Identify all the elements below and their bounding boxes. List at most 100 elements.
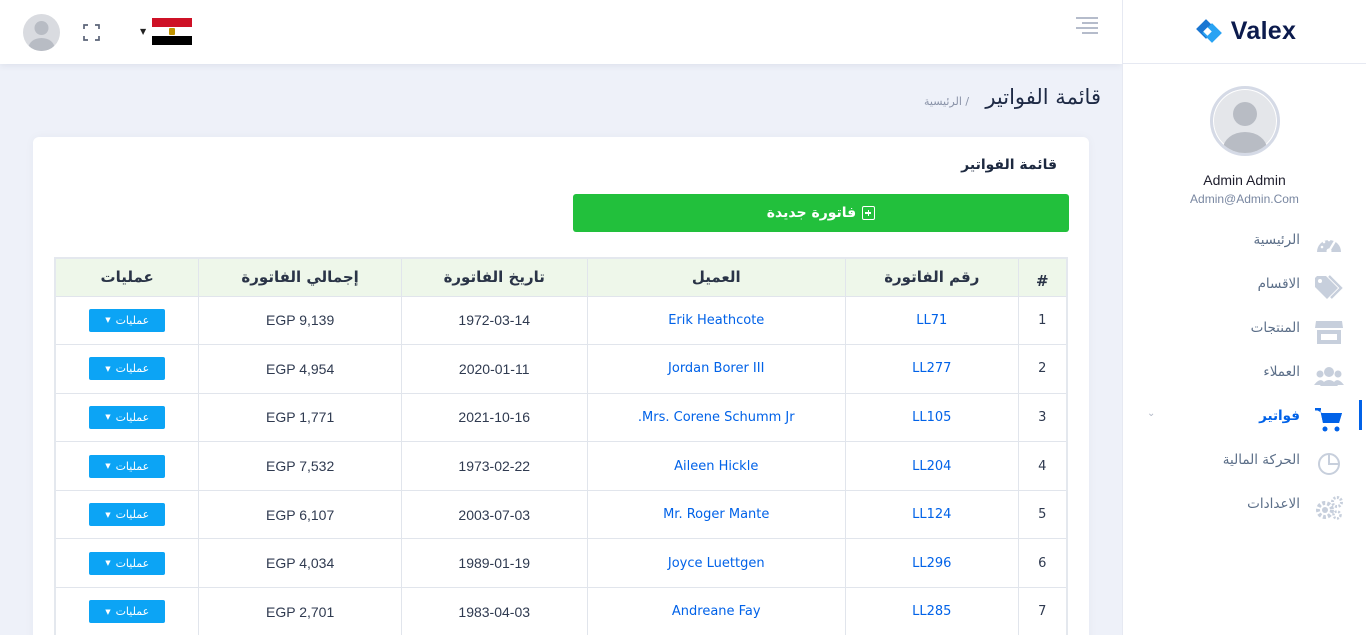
table-row: 7 LL285 Andreane Fay 1983-04-03 EGP 2,70…	[54, 587, 1068, 635]
card-title: قائمة الفواتير	[961, 157, 1057, 173]
user-email: Admin@Admin.Com	[1190, 192, 1299, 206]
invoice-total: EGP 1,771	[198, 392, 402, 443]
col-header-total: إجمالي الفاتورة	[198, 257, 402, 297]
menu-toggle-icon[interactable]	[1076, 17, 1098, 34]
operations-dropdown-button[interactable]: عمليات ▼	[89, 600, 166, 624]
row-number: 3	[1017, 392, 1068, 443]
sidebar-item-categories[interactable]: الاقسام	[1123, 268, 1366, 312]
user-silhouette-icon	[28, 21, 55, 51]
sidebar-item-products[interactable]: المنتجات	[1123, 312, 1366, 356]
invoice-number-link[interactable]: LL105	[912, 410, 951, 425]
caret-down-icon: ▼	[105, 510, 111, 519]
invoice-date: 1972-03-14	[400, 295, 588, 346]
plus-square-icon	[862, 206, 876, 220]
new-invoice-button[interactable]: فاتورة جديدة	[573, 194, 1069, 232]
caret-down-icon: ▼	[105, 559, 111, 568]
valex-logo-icon	[1195, 18, 1222, 43]
invoice-total: EGP 2,701	[198, 587, 402, 635]
brand-name: Valex	[1230, 17, 1297, 45]
sidebar-item-home[interactable]: الرئيسية	[1123, 224, 1366, 268]
invoice-date: 1973-02-22	[400, 441, 588, 491]
chevron-down-icon: ⌄	[1147, 408, 1156, 419]
user-profile: Admin Admin Admin@Admin.Com	[1123, 64, 1366, 206]
invoice-number-link[interactable]: LL124	[912, 507, 951, 522]
sidebar: Valex Admin Admin Admin@Admin.Com الرئيس…	[1122, 0, 1366, 635]
col-header-num: #	[1017, 257, 1068, 297]
operations-dropdown-button[interactable]: عمليات ▼	[89, 551, 166, 575]
caret-down-icon: ▼	[105, 364, 111, 373]
invoice-date: 2021-10-16	[400, 392, 588, 443]
operations-dropdown-button[interactable]: عمليات ▼	[89, 357, 166, 381]
sidebar-item-customers[interactable]: العملاء	[1123, 356, 1366, 400]
invoice-total: EGP 4,034	[198, 538, 402, 589]
invoice-total: EGP 9,139	[198, 295, 402, 346]
customer-link[interactable]: Erik Heathcote	[668, 313, 764, 328]
users-icon	[1313, 362, 1345, 390]
col-header-customer: العميل	[586, 257, 846, 297]
invoice-date: 1983-04-03	[400, 587, 588, 635]
caret-down-icon: ▼	[105, 462, 111, 471]
table-row: 2 LL277 Jordan Borer III 2020-01-11 EGP …	[54, 344, 1068, 394]
invoices-card: قائمة الفواتير فاتورة جديدة # رقم الفاتو…	[33, 137, 1089, 635]
cart-icon	[1313, 406, 1345, 434]
table-header-row: # رقم الفاتورة العميل تاريخ الفاتورة إجم…	[54, 257, 1068, 297]
sidebar-item-finance[interactable]: الحركة المالية	[1123, 444, 1366, 488]
customer-link[interactable]: Joyce Luettgen	[668, 556, 765, 571]
caret-down-icon: ▼	[105, 413, 111, 422]
col-header-ops: عمليات	[54, 257, 200, 297]
table-row: 3 LL105 Mrs. Corene Schumm Jr. 2021-10-1…	[54, 392, 1068, 443]
invoice-number-link[interactable]: LL71	[916, 313, 947, 328]
invoice-date: 1989-01-19	[400, 538, 588, 589]
invoice-total: EGP 4,954	[198, 344, 402, 394]
sidebar-item-settings[interactable]: الاعدادات	[1123, 488, 1366, 532]
table-row: 4 LL204 Aileen Hickle 1973-02-22 EGP 7,5…	[54, 441, 1068, 491]
caret-down-icon: ▼	[140, 27, 147, 36]
user-name: Admin Admin	[1203, 172, 1286, 188]
user-avatar[interactable]	[23, 14, 60, 51]
table-row: 6 LL296 Joyce Luettgen 1989-01-19 EGP 4,…	[54, 538, 1068, 589]
row-number: 5	[1017, 489, 1068, 540]
language-selector[interactable]: ▼	[140, 18, 193, 45]
invoice-total: EGP 6,107	[198, 489, 402, 540]
operations-dropdown-button[interactable]: عمليات ▼	[89, 454, 166, 478]
table-row: 1 LL71 Erik Heathcote 1972-03-14 EGP 9,1…	[54, 295, 1068, 346]
operations-dropdown-button[interactable]: عمليات ▼	[89, 503, 166, 527]
invoice-number-link[interactable]: LL285	[912, 604, 951, 619]
customer-link[interactable]: Mrs. Corene Schumm Jr.	[638, 410, 795, 425]
operations-dropdown-button[interactable]: عمليات ▼	[89, 308, 166, 332]
top-header: ▼	[0, 0, 1122, 64]
speedometer-icon	[1313, 230, 1345, 258]
row-number: 1	[1017, 295, 1068, 346]
sidebar-menu: الرئيسية الاقسام المنتجات العملاء ⌄ فوات…	[1123, 224, 1366, 532]
fullscreen-icon[interactable]	[83, 24, 100, 41]
profile-avatar[interactable]	[1209, 86, 1280, 156]
customer-link[interactable]: Aileen Hickle	[674, 459, 758, 474]
caret-down-icon: ▼	[105, 316, 111, 325]
customer-link[interactable]: Andreane Fay	[672, 604, 761, 619]
row-number: 4	[1017, 441, 1068, 491]
breadcrumb[interactable]: / الرئيسية	[924, 95, 969, 108]
customer-link[interactable]: Jordan Borer III	[668, 361, 764, 376]
col-header-date: تاريخ الفاتورة	[400, 257, 588, 297]
page-title: قائمة الفواتير	[985, 85, 1101, 109]
pie-chart-icon	[1313, 450, 1345, 478]
table-row: 5 LL124 Mr. Roger Mante 2003-07-03 EGP 6…	[54, 489, 1068, 540]
brand-logo[interactable]: Valex	[1123, 0, 1366, 64]
egypt-flag-icon	[152, 18, 193, 45]
row-number: 7	[1017, 587, 1068, 635]
invoice-number-link[interactable]: LL277	[912, 361, 951, 376]
invoice-date: 2020-01-11	[400, 344, 588, 394]
invoices-table: # رقم الفاتورة العميل تاريخ الفاتورة إجم…	[54, 257, 1068, 635]
invoice-date: 2003-07-03	[400, 489, 588, 540]
customer-link[interactable]: Mr. Roger Mante	[663, 507, 769, 522]
gears-icon	[1313, 494, 1345, 522]
row-number: 2	[1017, 344, 1068, 394]
invoice-number-link[interactable]: LL204	[912, 459, 951, 474]
invoice-total: EGP 7,532	[198, 441, 402, 491]
operations-dropdown-button[interactable]: عمليات ▼	[89, 405, 166, 429]
user-silhouette-icon	[1222, 102, 1267, 153]
sidebar-item-invoices[interactable]: ⌄ فواتير	[1123, 400, 1366, 444]
caret-down-icon: ▼	[105, 607, 111, 616]
invoice-number-link[interactable]: LL296	[912, 556, 951, 571]
col-header-invoice: رقم الفاتورة	[844, 257, 1019, 297]
